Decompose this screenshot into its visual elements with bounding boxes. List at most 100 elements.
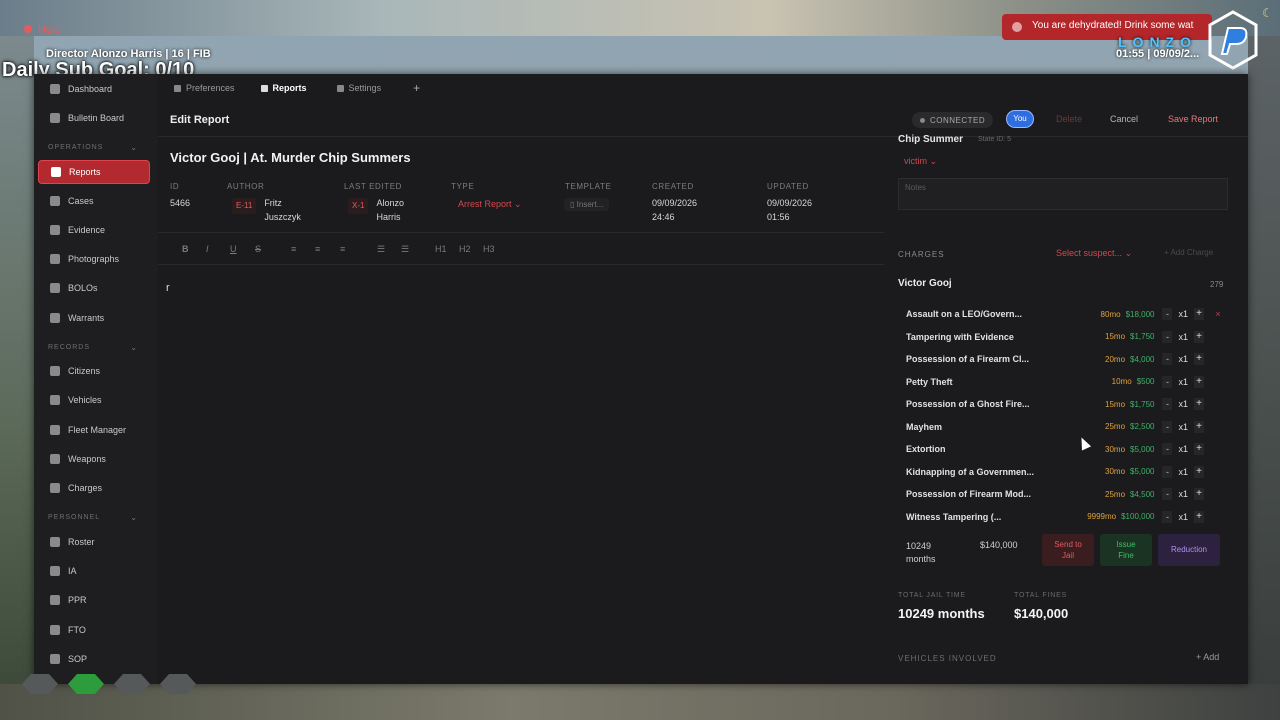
editor-last-name: Harris	[376, 212, 401, 222]
decrease-button[interactable]: -	[1162, 420, 1173, 433]
sidebar-item-citizens[interactable]: Citizens	[38, 359, 150, 383]
charge-quantity: x1	[1178, 331, 1188, 342]
sidebar-item-fleet[interactable]: Fleet Manager	[38, 418, 150, 442]
report-title[interactable]: Victor Gooj | At. Murder Chip Summers	[170, 150, 411, 165]
section-personnel[interactable]: PERSONNEL ⌄	[48, 513, 138, 522]
issue-fine-button[interactable]: Issue Fine	[1100, 534, 1152, 566]
bold-button[interactable]: B	[182, 244, 189, 254]
decrease-button[interactable]: -	[1162, 488, 1173, 500]
sidebar-item-roster[interactable]: Roster	[38, 530, 150, 554]
send-to-jail-button[interactable]: Send to Jail	[1042, 534, 1094, 566]
sidebar-item-photographs[interactable]: Photographs	[38, 247, 150, 271]
reduction-button[interactable]: Reduction	[1158, 534, 1220, 566]
strikethrough-button[interactable]: S	[255, 244, 261, 254]
template-select[interactable]: ▯ Insert...	[564, 198, 610, 211]
chevron-down-icon: ⌄	[929, 156, 938, 166]
report-body-editor[interactable]: r	[166, 282, 170, 294]
charges-header: CHARGES	[898, 250, 945, 259]
save-report-button[interactable]: Save Report	[1160, 110, 1226, 128]
sidebar-item-fto[interactable]: FTO	[38, 618, 150, 642]
sidebar-item-bolos[interactable]: BOLOs	[38, 276, 150, 300]
charge-row: Petty Theft10mo$500-x1+×	[906, 372, 1228, 394]
section-records[interactable]: RECORDS ⌄	[48, 343, 138, 352]
remove-charge-icon[interactable]: ×	[1214, 309, 1222, 319]
charge-fine: $4,000	[1130, 354, 1155, 364]
increase-button[interactable]: +	[1194, 375, 1204, 388]
tab-reports[interactable]: Reports	[260, 83, 307, 93]
section-label: OPERATIONS	[48, 144, 104, 151]
help-label: Help	[38, 24, 61, 36]
delete-button[interactable]: Delete	[1048, 110, 1090, 128]
sidebar-item-reports[interactable]: Reports	[38, 160, 150, 184]
bullet-list-icon[interactable]: ☰	[377, 244, 385, 255]
decrease-button[interactable]: -	[1162, 510, 1173, 523]
close-icon[interactable]	[1012, 22, 1022, 32]
total-fines-label: TOTAL FINES	[1014, 592, 1068, 599]
sidebar-item-ppr[interactable]: PPR	[38, 588, 150, 612]
sidebar-label: FTO	[68, 625, 86, 635]
increase-button[interactable]: +	[1194, 488, 1204, 500]
decrease-button[interactable]: -	[1162, 308, 1173, 320]
increase-button[interactable]: +	[1194, 308, 1204, 320]
numbered-list-icon[interactable]: ☰	[401, 244, 409, 255]
tab-preferences[interactable]: Preferences	[174, 83, 235, 93]
charged-suspect-id: 279	[1210, 280, 1224, 289]
vehicles-involved-header: VEHICLES INVOLVED	[898, 654, 997, 663]
underline-button[interactable]: U	[230, 244, 237, 254]
add-charge-button[interactable]: + Add Charge	[1164, 248, 1213, 257]
decrease-button[interactable]: -	[1162, 375, 1173, 388]
tab-label: Preferences	[186, 83, 235, 93]
sidebar-item-sop[interactable]: SOP	[38, 647, 150, 671]
italic-button[interactable]: I	[206, 244, 209, 254]
add-vehicle-button[interactable]: + Add	[1196, 652, 1219, 662]
increase-button[interactable]: +	[1194, 398, 1204, 410]
report-type-select[interactable]: Arrest Report ⌄	[458, 199, 522, 210]
sidebar-item-charges[interactable]: Charges	[38, 476, 150, 500]
sidebar-label: BOLOs	[68, 283, 98, 293]
align-left-icon[interactable]: ≡	[291, 244, 296, 254]
select-suspect-dropdown[interactable]: Select suspect... ⌄	[1056, 248, 1132, 259]
bolo-icon	[50, 283, 60, 293]
sidebar-item-ia[interactable]: IA	[38, 559, 150, 583]
section-operations[interactable]: OPERATIONS ⌄	[48, 143, 138, 152]
tab-label: Reports	[272, 83, 307, 93]
increase-button[interactable]: +	[1194, 465, 1204, 478]
person-role-select[interactable]: victim ⌄	[904, 156, 937, 167]
decrease-button[interactable]: -	[1162, 398, 1173, 410]
increase-button[interactable]: +	[1194, 443, 1204, 455]
increase-button[interactable]: +	[1194, 420, 1204, 433]
sidebar-item-warrants[interactable]: Warrants	[38, 306, 150, 330]
gear-icon	[336, 84, 344, 92]
notes-field[interactable]: Notes	[898, 178, 1228, 210]
created-date: 09/09/2026	[652, 198, 698, 208]
charge-fine: $4,500	[1130, 489, 1155, 499]
chevron-down-icon: ⌄	[130, 513, 138, 522]
total-fines-value: $140,000	[1014, 606, 1069, 621]
reports-icon	[260, 84, 268, 92]
decrease-button[interactable]: -	[1162, 443, 1173, 455]
align-right-icon[interactable]: ≡	[340, 244, 345, 254]
sidebar-item-evidence[interactable]: Evidence	[38, 218, 150, 242]
increase-button[interactable]: +	[1194, 510, 1204, 523]
heading3-button[interactable]: H3	[483, 244, 495, 254]
heading2-button[interactable]: H2	[459, 244, 471, 254]
tab-settings[interactable]: Settings	[336, 83, 381, 93]
sidebar-label: PPR	[68, 595, 87, 605]
cancel-button[interactable]: Cancel	[1104, 110, 1144, 128]
sidebar-item-weapons[interactable]: Weapons	[38, 447, 150, 471]
decrease-button[interactable]: -	[1162, 330, 1173, 343]
sidebar-item-cases[interactable]: Cases	[38, 189, 150, 213]
increase-button[interactable]: +	[1194, 353, 1204, 365]
decrease-button[interactable]: -	[1162, 465, 1173, 478]
heading1-button[interactable]: H1	[435, 244, 447, 254]
sidebar-item-vehicles[interactable]: Vehicles	[38, 388, 150, 412]
align-center-icon[interactable]: ≡	[315, 244, 320, 254]
sidebar-item-bulletin[interactable]: Bulletin Board	[38, 106, 150, 130]
increase-button[interactable]: +	[1194, 330, 1204, 343]
charge-controls: 15mo$1,750-x1+×	[1105, 398, 1222, 410]
sidebar-item-dashboard[interactable]: Dashboard	[38, 77, 150, 101]
sidebar-label: SOP	[68, 654, 88, 664]
user-avatar-button[interactable]: You	[1006, 110, 1034, 128]
add-tab-button[interactable]: +	[413, 81, 420, 95]
decrease-button[interactable]: -	[1162, 353, 1173, 365]
